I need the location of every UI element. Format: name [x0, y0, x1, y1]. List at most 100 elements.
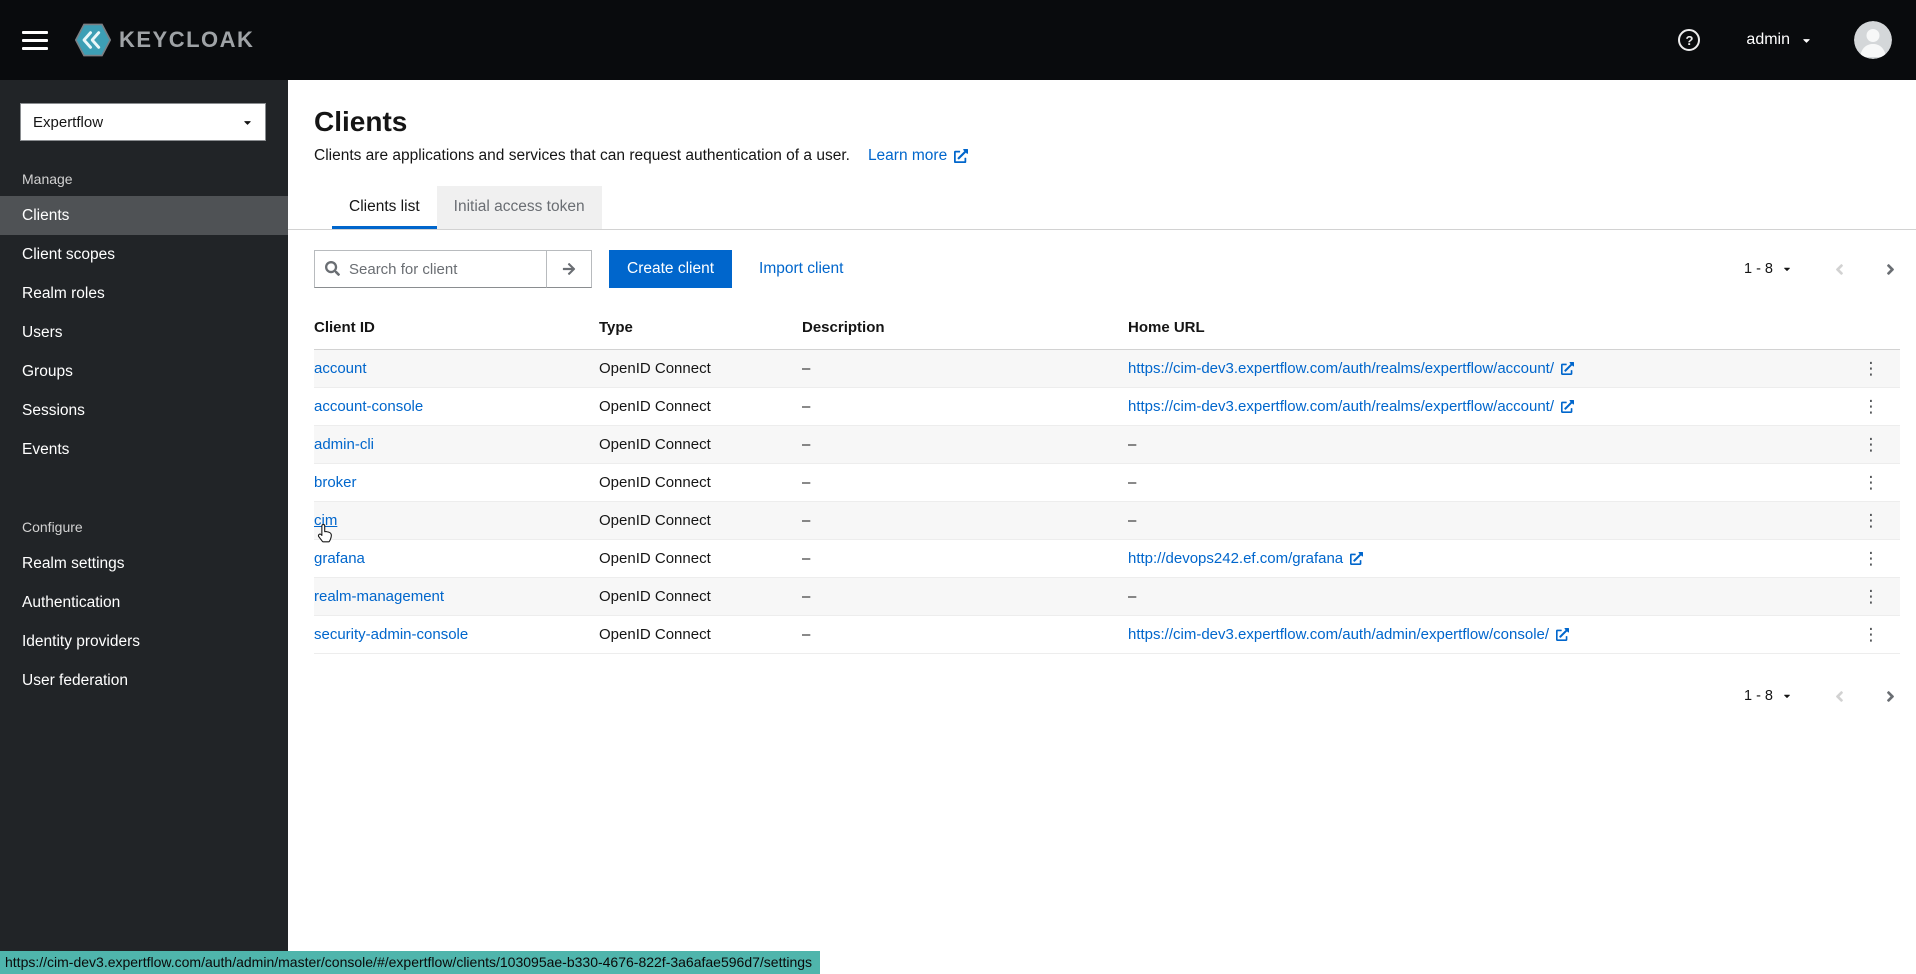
kebab-menu-icon[interactable]: ⋮	[1854, 395, 1889, 418]
kebab-menu-icon[interactable]: ⋮	[1854, 547, 1889, 570]
sidebar-item-authentication[interactable]: Authentication	[0, 583, 288, 622]
prev-page-button[interactable]	[1830, 684, 1849, 709]
toolbar: Create client Import client 1 - 8	[314, 250, 1900, 288]
layout: Expertflow ManageClientsClient scopesRea…	[0, 80, 1916, 974]
help-icon[interactable]: ?	[1678, 29, 1700, 51]
col-header-description[interactable]: Description	[802, 306, 1128, 349]
sidebar-item-realm-roles[interactable]: Realm roles	[0, 274, 288, 313]
bottom-bar: 1 - 8	[314, 684, 1900, 709]
kebab-menu-icon[interactable]: ⋮	[1854, 357, 1889, 380]
page-title: Clients	[314, 106, 1900, 138]
client-type-cell: OpenID Connect	[599, 349, 802, 387]
client-link-account[interactable]: account	[314, 360, 367, 377]
client-id-cell: security-admin-console	[314, 615, 599, 653]
table-header-row: Client ID Type Description Home URL	[314, 306, 1900, 349]
sidebar-item-client-scopes[interactable]: Client scopes	[0, 235, 288, 274]
col-header-actions	[1842, 306, 1900, 349]
next-page-button[interactable]	[1881, 684, 1900, 709]
col-header-client-id[interactable]: Client ID	[314, 306, 599, 349]
client-link-security-admin-console[interactable]: security-admin-console	[314, 626, 468, 643]
client-type-cell: OpenID Connect	[599, 539, 802, 577]
col-header-home-url[interactable]: Home URL	[1128, 306, 1842, 349]
client-link-broker[interactable]: broker	[314, 474, 357, 491]
kebab-menu-icon[interactable]: ⋮	[1854, 623, 1889, 646]
client-home-url-cell: –	[1128, 577, 1842, 615]
pagination-bottom: 1 - 8	[1744, 684, 1900, 709]
hamburger-menu-icon[interactable]	[22, 27, 48, 54]
external-link-icon	[1561, 400, 1574, 413]
angle-left-icon	[1834, 261, 1845, 278]
sidebar-item-user-federation[interactable]: User federation	[0, 661, 288, 700]
status-bar-link-preview: https://cim-dev3.expertflow.com/auth/adm…	[0, 951, 820, 974]
sidebar-item-identity-providers[interactable]: Identity providers	[0, 622, 288, 661]
pagination-menu-toggle[interactable]: 1 - 8	[1744, 688, 1792, 704]
tab-clients-list[interactable]: Clients list	[332, 186, 437, 229]
client-id-cell: admin-cli	[314, 425, 599, 463]
table-row: accountOpenID Connect–https://cim-dev3.e…	[314, 349, 1900, 387]
row-actions-cell: ⋮	[1842, 425, 1900, 463]
client-id-cell: broker	[314, 463, 599, 501]
client-link-account-console[interactable]: account-console	[314, 398, 423, 415]
realm-selector[interactable]: Expertflow	[20, 103, 266, 141]
sidebar-item-users[interactable]: Users	[0, 313, 288, 352]
import-client-link[interactable]: Import client	[759, 260, 843, 278]
avatar[interactable]	[1854, 21, 1892, 59]
client-link-realm-management[interactable]: realm-management	[314, 588, 444, 605]
client-link-grafana[interactable]: grafana	[314, 550, 365, 567]
chevron-down-icon	[1801, 35, 1812, 46]
angle-right-icon	[1885, 688, 1896, 705]
table-row: cimOpenID Connect––⋮	[314, 501, 1900, 539]
client-link-admin-cli[interactable]: admin-cli	[314, 436, 374, 453]
col-header-type[interactable]: Type	[599, 306, 802, 349]
prev-page-button[interactable]	[1830, 257, 1849, 282]
learn-more-link[interactable]: Learn more	[868, 147, 968, 165]
home-url-link[interactable]: https://cim-dev3.expertflow.com/auth/rea…	[1128, 360, 1574, 377]
client-type-cell: OpenID Connect	[599, 387, 802, 425]
pagination-menu-toggle[interactable]: 1 - 8	[1744, 261, 1792, 277]
kebab-menu-icon[interactable]: ⋮	[1854, 509, 1889, 532]
client-id-cell: account	[314, 349, 599, 387]
sidebar-item-events[interactable]: Events	[0, 430, 288, 469]
kebab-menu-icon[interactable]: ⋮	[1854, 433, 1889, 456]
client-description-cell: –	[802, 539, 1128, 577]
table-row: account-consoleOpenID Connect–https://ci…	[314, 387, 1900, 425]
row-actions-cell: ⋮	[1842, 349, 1900, 387]
angle-left-icon	[1834, 688, 1845, 705]
create-client-button[interactable]: Create client	[609, 250, 732, 288]
client-type-cell: OpenID Connect	[599, 501, 802, 539]
client-link-cim[interactable]: cim	[314, 512, 337, 529]
table-row: admin-cliOpenID Connect––⋮	[314, 425, 1900, 463]
user-menu-dropdown[interactable]: admin	[1746, 31, 1812, 49]
sidebar: Expertflow ManageClientsClient scopesRea…	[0, 80, 288, 974]
client-description-cell: –	[802, 425, 1128, 463]
client-description-cell: –	[802, 501, 1128, 539]
arrow-right-icon	[562, 262, 576, 276]
keycloak-logo[interactable]: KEYCLOAK	[75, 22, 254, 58]
realm-name: Expertflow	[33, 114, 103, 131]
home-url-link[interactable]: https://cim-dev3.expertflow.com/auth/rea…	[1128, 398, 1574, 415]
nav-group-configure: ConfigureRealm settingsAuthenticationIde…	[0, 505, 288, 700]
kebab-menu-icon[interactable]: ⋮	[1854, 471, 1889, 494]
sidebar-item-realm-settings[interactable]: Realm settings	[0, 544, 288, 583]
client-home-url-cell: http://devops242.ef.com/grafana	[1128, 539, 1842, 577]
external-link-icon	[1350, 552, 1363, 565]
search-submit-button[interactable]	[547, 250, 592, 288]
sidebar-item-sessions[interactable]: Sessions	[0, 391, 288, 430]
chevron-down-icon	[1782, 691, 1792, 701]
kebab-menu-icon[interactable]: ⋮	[1854, 585, 1889, 608]
client-home-url-cell: https://cim-dev3.expertflow.com/auth/rea…	[1128, 349, 1842, 387]
tab-initial-access-token[interactable]: Initial access token	[437, 186, 602, 229]
client-type-cell: OpenID Connect	[599, 425, 802, 463]
external-link-icon	[1561, 362, 1574, 375]
sidebar-item-clients[interactable]: Clients	[0, 196, 288, 235]
brand-text: KEYCLOAK	[119, 27, 254, 53]
home-url-link[interactable]: https://cim-dev3.expertflow.com/auth/adm…	[1128, 626, 1569, 643]
client-id-cell: grafana	[314, 539, 599, 577]
client-type-cell: OpenID Connect	[599, 615, 802, 653]
search-input[interactable]	[314, 250, 547, 288]
external-link-icon	[954, 149, 968, 163]
next-page-button[interactable]	[1881, 257, 1900, 282]
home-url-link[interactable]: http://devops242.ef.com/grafana	[1128, 550, 1363, 567]
sidebar-item-groups[interactable]: Groups	[0, 352, 288, 391]
pagination-range: 1 - 8	[1744, 261, 1773, 277]
